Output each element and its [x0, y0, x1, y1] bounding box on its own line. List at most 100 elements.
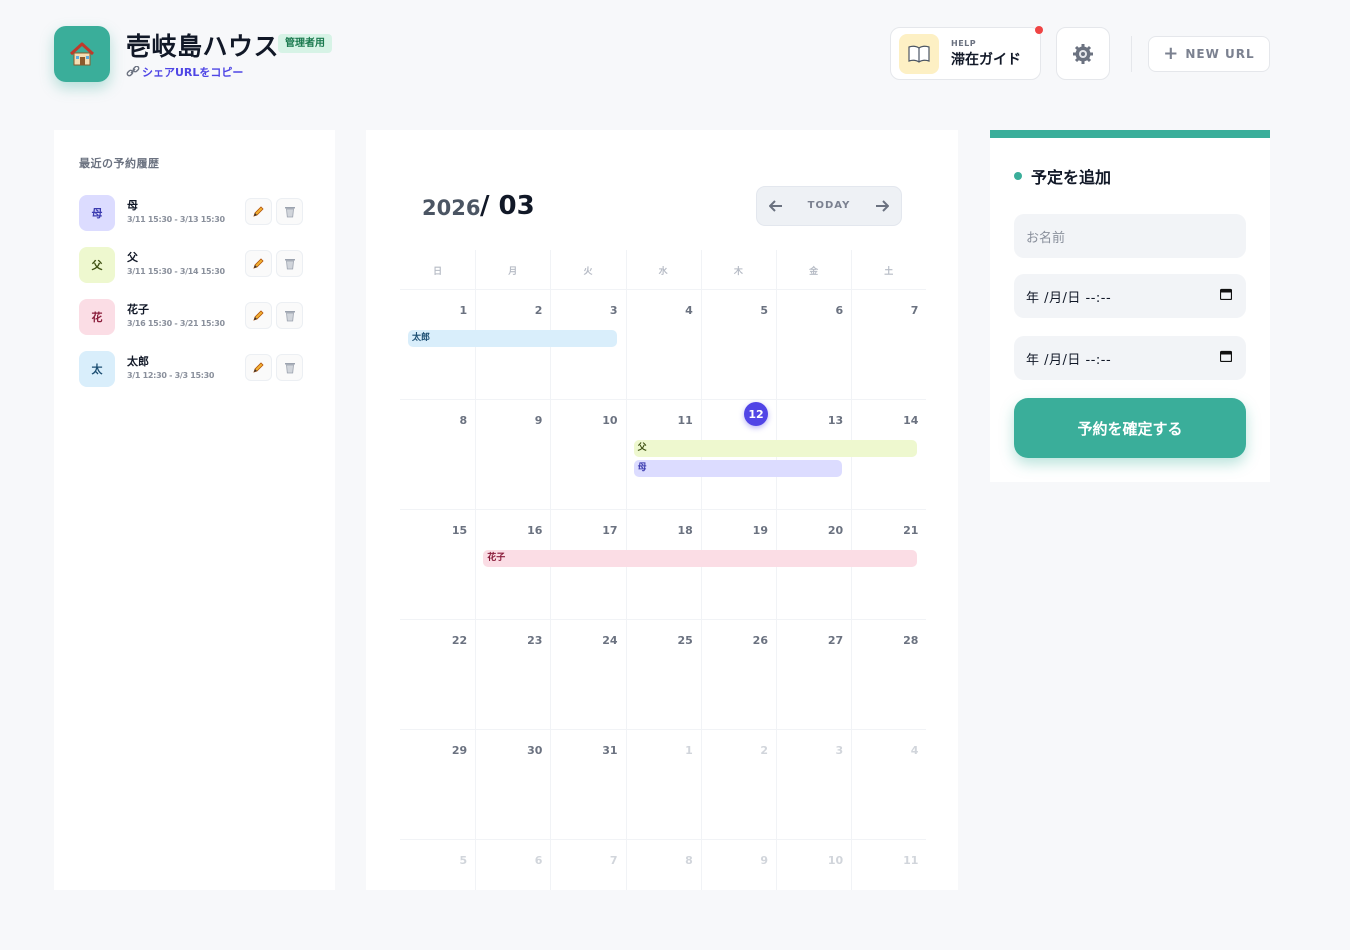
day-cell[interactable]: 10 — [550, 400, 625, 510]
new-url-button[interactable]: + NEW URL — [1148, 36, 1270, 72]
day-cell[interactable]: 7 — [851, 290, 926, 400]
day-number: 1 — [685, 744, 693, 757]
booking-name: 花子 — [127, 303, 149, 316]
day-cell[interactable]: 4 — [626, 290, 701, 400]
avatar: 母 — [79, 195, 115, 231]
checkin-value: 年 /月/日 --:-- — [1026, 290, 1112, 306]
day-cell[interactable]: 15 — [400, 510, 475, 620]
day-cell[interactable]: 31 — [550, 730, 625, 840]
name-input[interactable]: お名前 — [1014, 214, 1246, 258]
day-cell[interactable]: 11 — [851, 840, 926, 950]
trash-icon — [284, 259, 295, 270]
day-number: 13 — [827, 414, 844, 427]
day-cell[interactable]: 9 — [475, 400, 550, 510]
day-cell[interactable]: 9 — [701, 840, 776, 950]
share-url-label: シェアURLをコピー — [142, 66, 244, 79]
day-number: 23 — [527, 634, 543, 647]
day-number: 14 — [903, 414, 919, 427]
day-cell[interactable]: 5 — [400, 840, 475, 950]
arrow-right-icon — [876, 200, 889, 212]
delete-button[interactable] — [276, 198, 303, 225]
day-cell[interactable]: 6 — [475, 840, 550, 950]
today-button[interactable]: TODAY — [797, 200, 861, 211]
day-number: 20 — [827, 524, 844, 537]
day-number: 9 — [760, 854, 768, 867]
history-item: 母 母 3/11 15:30 - 3/13 15:30 — [79, 195, 319, 235]
delete-button[interactable] — [276, 250, 303, 277]
checkout-datetime-field[interactable]: 年 /月/日 --:-- — [1014, 336, 1246, 380]
day-cell[interactable]: 1 — [626, 730, 701, 840]
weekday-header: 月 — [508, 266, 518, 277]
day-cell[interactable]: 6 — [776, 290, 851, 400]
prev-month-button[interactable] — [765, 196, 787, 216]
avatar: 花 — [79, 299, 115, 335]
weekday-header: 火 — [583, 266, 593, 277]
day-cell[interactable]: 30 — [475, 730, 550, 840]
day-number: 4 — [910, 744, 919, 757]
booking-range: 3/11 15:30 - 3/13 15:30 — [127, 215, 225, 224]
edit-button[interactable] — [245, 354, 272, 381]
day-cell[interactable]: 8 — [626, 840, 701, 950]
day-number: 1 — [459, 304, 468, 317]
booking-bar[interactable]: 母 — [633, 460, 843, 477]
day-cell[interactable]: 27 — [776, 620, 851, 730]
app-logo — [54, 26, 110, 82]
day-cell[interactable]: 2 — [701, 730, 776, 840]
share-url-link[interactable]: シェアURLをコピー — [126, 64, 243, 80]
avatar: 父 — [79, 247, 115, 283]
stay-guide-button[interactable]: HELP 滞在ガイド — [890, 27, 1041, 80]
calendar-icon[interactable] — [1220, 350, 1232, 362]
day-cell[interactable]: 5 — [701, 290, 776, 400]
trash-icon — [284, 363, 295, 374]
day-cell[interactable]: 22 — [400, 620, 475, 730]
day-number: 3 — [609, 304, 618, 317]
day-number: 30 — [527, 744, 543, 757]
day-number: 17 — [602, 524, 618, 537]
day-cell[interactable]: 3 — [776, 730, 851, 840]
settings-button[interactable] — [1056, 27, 1110, 80]
day-cell[interactable]: 26 — [701, 620, 776, 730]
next-month-button[interactable] — [871, 196, 893, 216]
booking-name: 太郎 — [127, 355, 149, 368]
checkin-datetime-field[interactable]: 年 /月/日 --:-- — [1014, 274, 1246, 318]
day-cell[interactable]: 25 — [626, 620, 701, 730]
day-cell[interactable]: 8 — [400, 400, 475, 510]
today-marker: 12 — [743, 402, 768, 426]
day-cell[interactable]: 10 — [776, 840, 851, 950]
booking-bar[interactable]: 父 — [633, 440, 918, 457]
day-cell[interactable]: 28 — [851, 620, 926, 730]
trash-icon — [284, 207, 295, 218]
day-number: 11 — [677, 414, 693, 427]
delete-button[interactable] — [276, 354, 303, 381]
edit-button[interactable] — [245, 198, 272, 225]
calendar-icon[interactable] — [1220, 288, 1232, 300]
new-url-label: NEW URL — [1185, 47, 1255, 61]
pencil-icon — [253, 206, 264, 217]
plus-icon: + — [1163, 43, 1180, 64]
pencil-icon — [253, 310, 264, 321]
edit-button[interactable] — [245, 250, 272, 277]
day-cell[interactable]: 24 — [550, 620, 625, 730]
weekday-header: 金 — [809, 266, 819, 277]
day-cell[interactable]: 4 — [851, 730, 926, 840]
house-icon — [69, 42, 95, 66]
day-number: 7 — [910, 304, 919, 317]
edit-button[interactable] — [245, 302, 272, 329]
page-title: 壱岐島ハウス — [126, 32, 280, 61]
day-number: 25 — [677, 634, 693, 647]
calendar-panel: 2026 / 03 TODAY 日月火水木金土 1 2 3 4 5 6 7 8 9 10 11 12 13… — [366, 130, 958, 890]
day-number: 28 — [903, 634, 919, 647]
arrow-left-icon — [769, 200, 782, 212]
confirm-booking-button[interactable]: 予約を確定する — [1014, 398, 1246, 458]
delete-button[interactable] — [276, 302, 303, 329]
day-cell[interactable]: 29 — [400, 730, 475, 840]
day-cell[interactable]: 23 — [475, 620, 550, 730]
booking-bar[interactable]: 太郎 — [408, 330, 617, 347]
day-cell[interactable]: 7 — [550, 840, 625, 950]
calendar-grid: 日月火水木金土 1 2 3 4 5 6 7 8 9 10 11 12 13 14 15 16 17 18 19 20 21… — [400, 250, 926, 890]
day-number: 2 — [760, 744, 768, 757]
day-number: 6 — [835, 304, 844, 317]
history-item: 太 太郎 3/1 12:30 - 3/3 15:30 — [79, 351, 319, 391]
booking-bar[interactable]: 花子 — [483, 550, 918, 567]
calendar-month: / 03 — [480, 191, 535, 221]
